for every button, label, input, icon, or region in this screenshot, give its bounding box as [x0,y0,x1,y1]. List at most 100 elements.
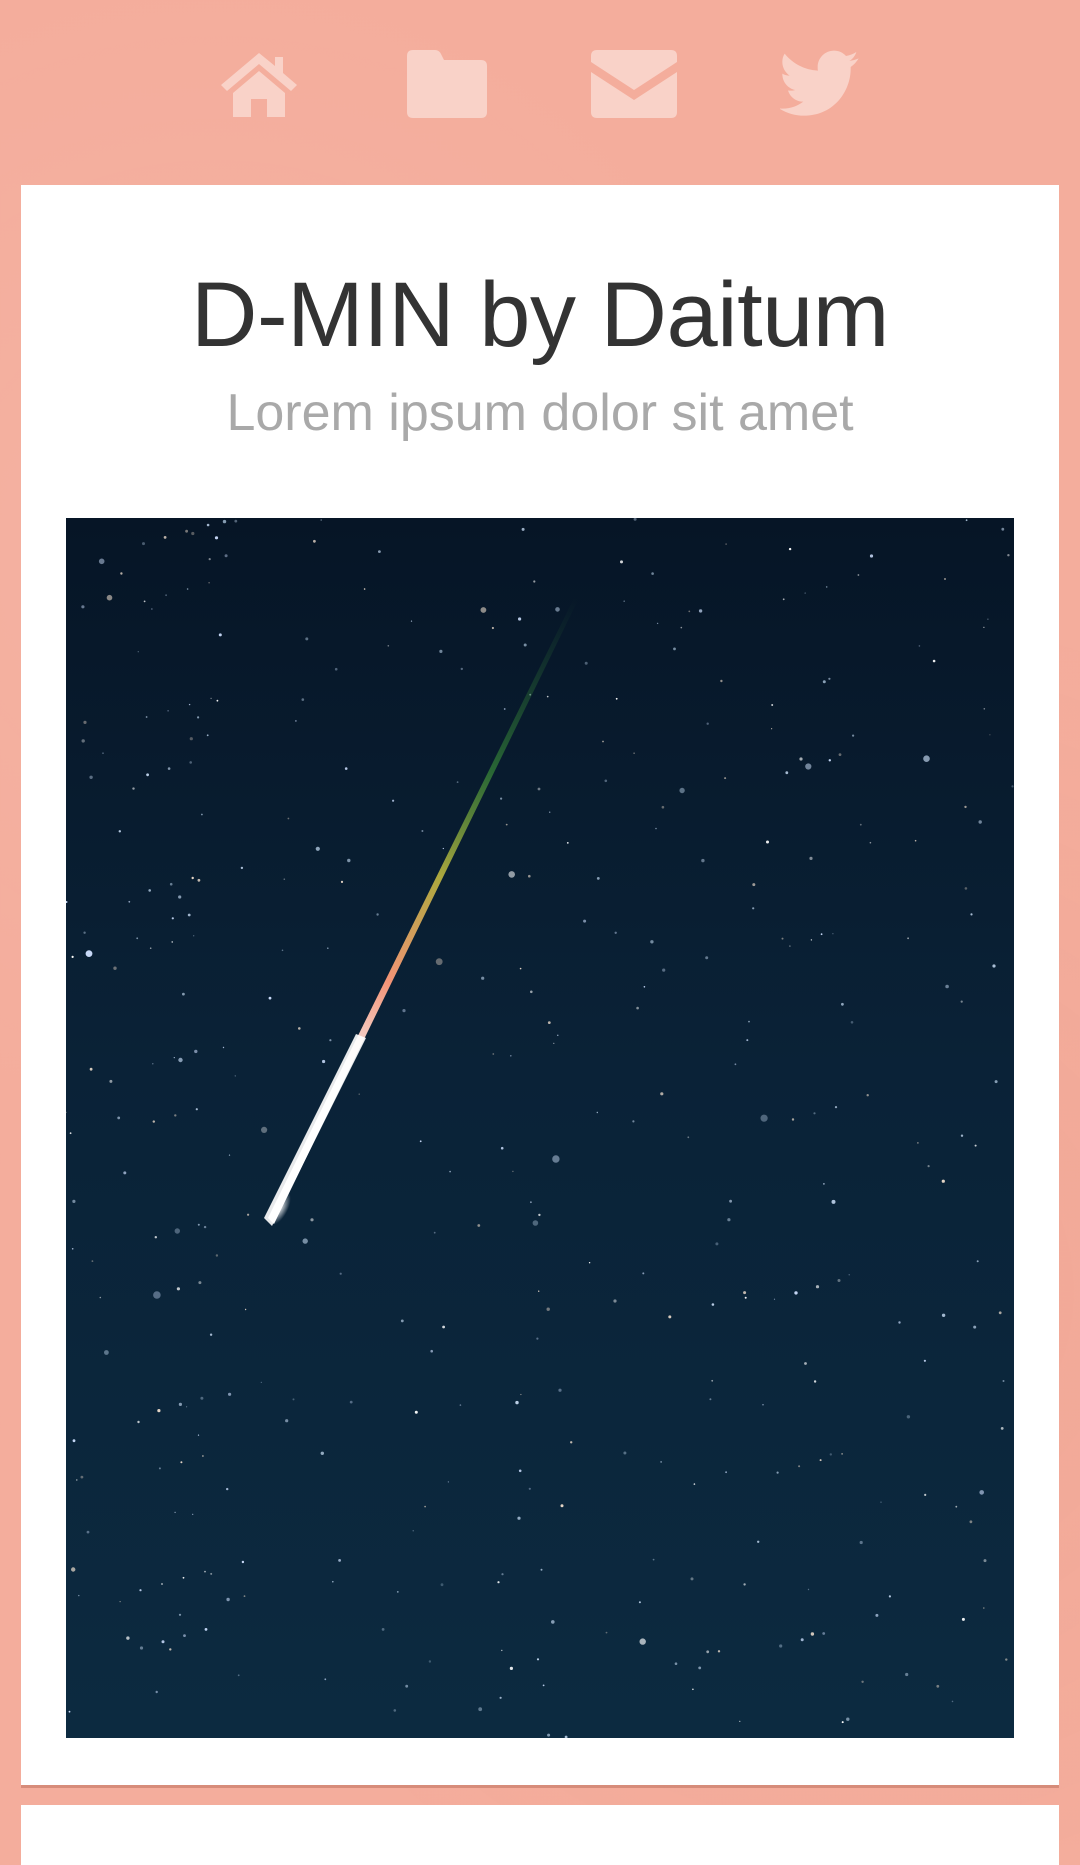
star [501,1573,504,1576]
star [530,1201,532,1204]
star [819,1459,822,1462]
star [210,1572,213,1575]
star [460,667,463,671]
meteor-illustration [66,518,1014,1738]
star [923,1359,927,1362]
star [186,1406,188,1408]
home-link[interactable] [211,44,307,124]
star [724,777,727,780]
night-sky-meteor-image[interactable] [66,518,1014,1738]
star [987,618,989,620]
star [846,1717,850,1721]
star [829,1453,832,1456]
star [218,633,222,637]
star [861,1680,864,1684]
star [698,1666,702,1670]
post-subtitle: Lorem ipsum dolor sit amet [226,384,854,442]
star [680,626,683,629]
star [215,1254,219,1257]
star [197,878,201,882]
star [421,830,424,832]
star [660,1461,662,1463]
star [823,1183,825,1185]
star [791,1118,795,1121]
star [298,1027,301,1030]
star [202,1455,204,1457]
post-title[interactable]: D-MIN by Daitum [21,264,1059,366]
star [841,1721,844,1724]
star [813,1112,816,1115]
star [165,594,167,597]
star [222,519,227,524]
star [222,1046,225,1049]
star [515,1400,519,1405]
star [428,1660,432,1663]
star [338,1559,341,1562]
star [81,739,85,743]
star [442,847,444,850]
mail-link[interactable] [586,44,682,124]
star [191,876,194,880]
star [983,708,986,710]
star [656,622,659,625]
star [725,543,727,545]
star [178,1057,183,1063]
star [859,1540,863,1545]
star [596,1111,598,1114]
star [757,1540,760,1543]
star [508,871,515,878]
star [154,1236,157,1239]
star [825,586,828,588]
star [349,1400,353,1404]
star [327,947,329,949]
star [310,1218,314,1222]
star [171,941,173,943]
star [174,1228,180,1234]
star [430,1349,434,1353]
star [392,799,395,802]
star [549,811,551,813]
star [136,937,139,940]
star [89,775,93,779]
star [424,1505,426,1508]
star [500,1146,504,1150]
star [813,1380,817,1383]
star [209,1333,213,1336]
star [596,877,600,880]
star [80,1475,84,1479]
star [717,1650,721,1653]
star [283,878,286,880]
star [613,1299,617,1303]
star [440,1583,444,1587]
star [752,883,756,887]
star [208,558,211,561]
star [410,620,413,622]
star [204,1628,208,1631]
star [620,560,623,564]
star [268,996,272,1000]
star [143,600,146,603]
star [941,1179,945,1183]
twitter-link[interactable] [772,44,868,124]
star [287,817,290,820]
star [66,1111,67,1113]
star [788,547,792,551]
star [834,1106,838,1109]
top-navigation [0,0,1080,185]
star [117,1116,121,1120]
star [226,1597,230,1602]
star [503,708,506,710]
star [178,1402,182,1406]
star [992,964,996,968]
star [118,830,121,833]
star [869,841,872,844]
star [206,734,209,737]
star [193,935,195,937]
star [480,607,487,613]
folder-link[interactable] [399,44,495,124]
star [729,1199,732,1203]
star [313,539,316,543]
star [725,1471,727,1474]
next-post-card [21,1805,1059,1865]
star [960,1134,964,1137]
